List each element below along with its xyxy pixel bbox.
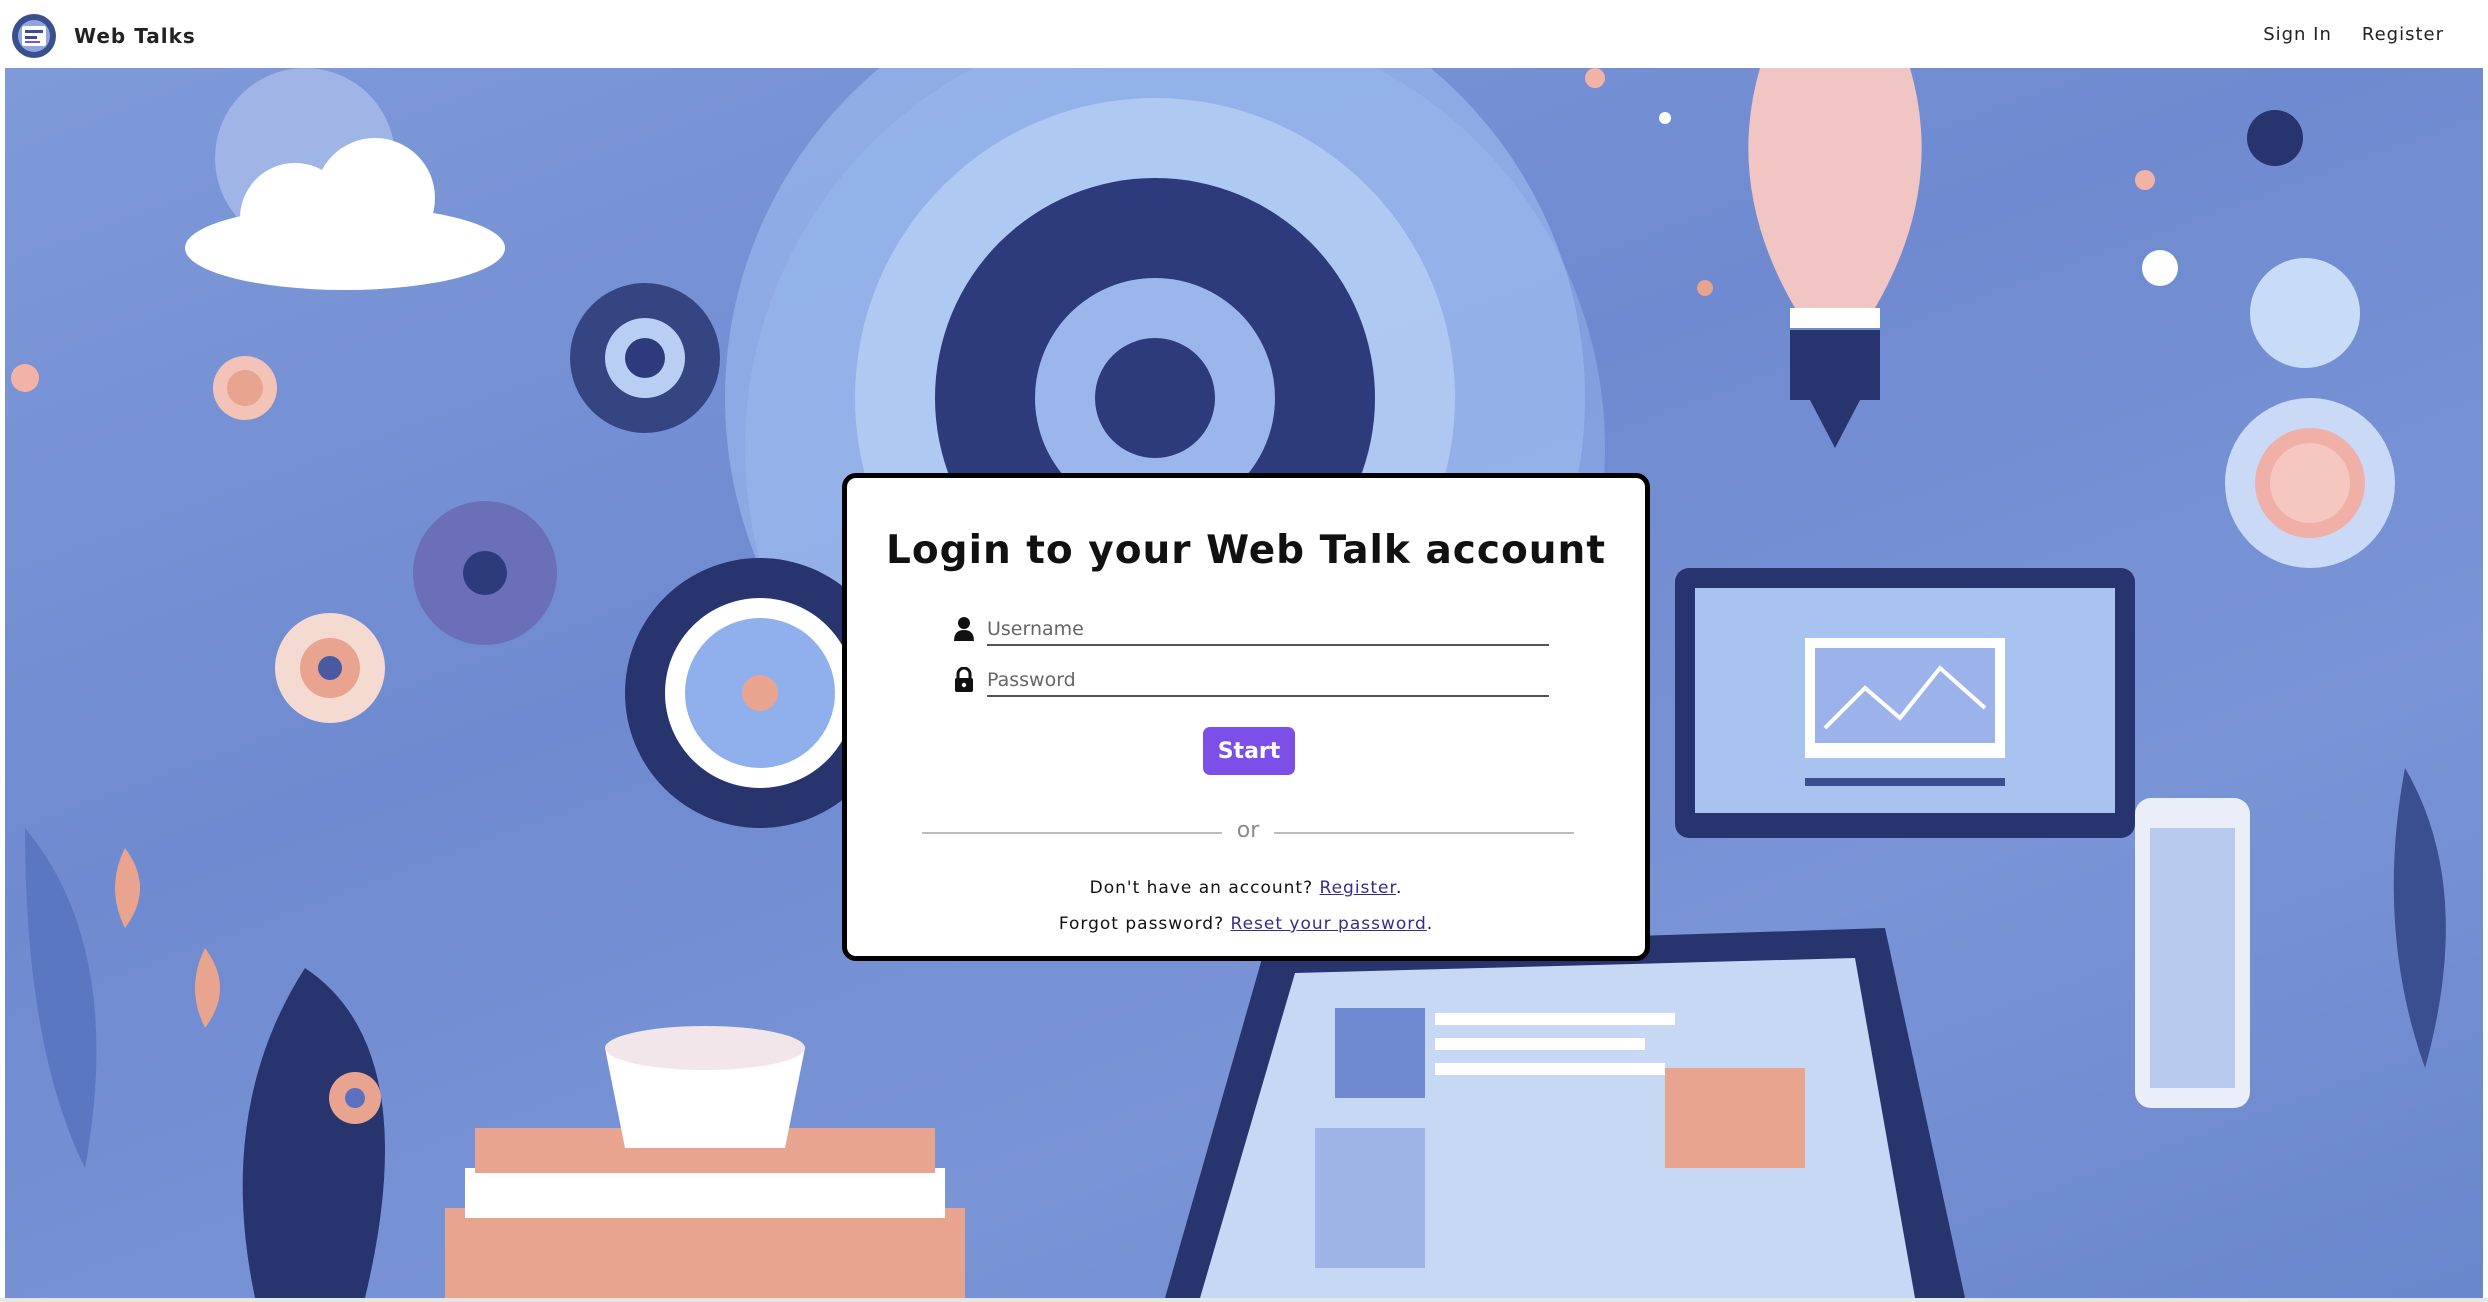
or-label: or xyxy=(1236,818,1260,843)
nav-links: Sign In Register xyxy=(2263,24,2444,45)
reset-prompt: Forgot password? Reset your password. xyxy=(847,914,1645,934)
register-prompt: Don't have an account? Register. xyxy=(847,878,1645,898)
forgot-text: Forgot password? xyxy=(1058,914,1225,934)
divider-line-right xyxy=(1274,832,1574,834)
no-account-text: Don't have an account? xyxy=(1089,878,1314,898)
password-input[interactable] xyxy=(987,667,1549,697)
user-icon xyxy=(954,617,974,641)
username-row xyxy=(953,608,1549,646)
reset-password-link[interactable]: Reset your password xyxy=(1231,914,1427,934)
reset-period: . xyxy=(1426,914,1434,934)
register-link[interactable]: Register xyxy=(1320,878,1396,898)
brand-name: Web Talks xyxy=(74,24,196,48)
password-row xyxy=(953,659,1549,697)
register-period: . xyxy=(1395,878,1403,898)
or-divider: or xyxy=(922,818,1574,846)
web-talks-logo-icon xyxy=(12,14,56,58)
username-input[interactable] xyxy=(987,616,1549,646)
bottom-strip xyxy=(0,1298,2488,1302)
lock-icon xyxy=(955,667,973,692)
login-card: Login to your Web Talk account Start or … xyxy=(842,473,1650,961)
login-title: Login to your Web Talk account xyxy=(886,528,1606,573)
sign-in-link[interactable]: Sign In xyxy=(2263,24,2332,45)
top-navbar: Web Talks Sign In Register xyxy=(0,0,2488,68)
register-nav-link[interactable]: Register xyxy=(2362,24,2444,45)
brand-link[interactable]: Web Talks xyxy=(8,12,196,60)
divider-line-left xyxy=(922,832,1222,834)
start-button[interactable]: Start xyxy=(1203,727,1295,775)
